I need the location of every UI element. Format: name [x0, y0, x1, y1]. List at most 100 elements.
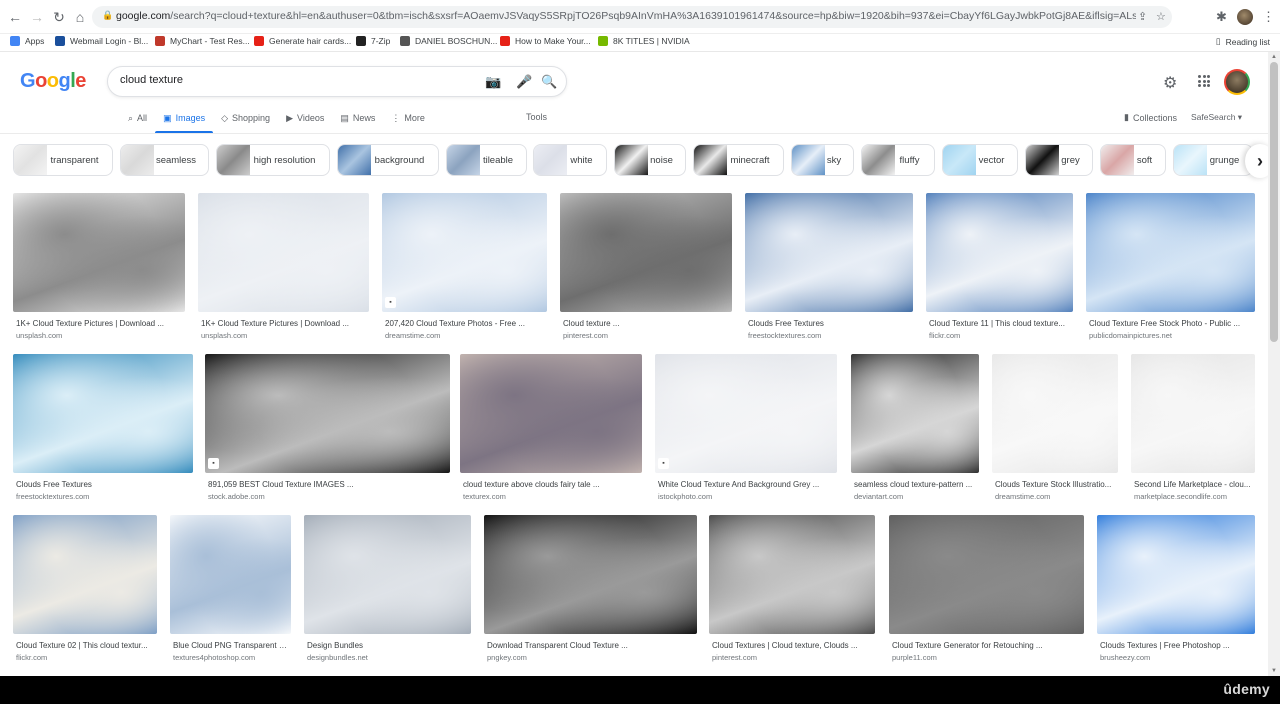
tab-more[interactable]: ⋮ More [383, 110, 433, 134]
bookmark-item[interactable]: DANIEL BOSCHUN... [400, 36, 497, 46]
result-source[interactable]: marketplace.secondlife.com [1134, 492, 1227, 501]
image-result[interactable]: 1K+ Cloud Texture Pictures | Download ..… [198, 193, 369, 344]
url-text[interactable]: google.com/search?q=cloud+texture&hl=en&… [116, 10, 1136, 22]
collections-button[interactable]: ▮ Collections [1124, 112, 1177, 123]
image-result[interactable]: Clouds Free Textures freestocktextures.co… [745, 193, 913, 344]
image-result[interactable]: Cloud Texture Free Stock Photo - Public … [1086, 193, 1255, 344]
image-result[interactable]: 1K+ Cloud Texture Pictures | Download ..… [13, 193, 185, 344]
tab-videos[interactable]: ▶ Videos [278, 110, 332, 134]
result-title[interactable]: Clouds Free Textures [16, 480, 190, 489]
image-result[interactable]: Blue Cloud PNG Transparent (... textures4… [170, 515, 291, 666]
bookmark-item[interactable]: Generate hair cards... [254, 36, 351, 46]
result-source[interactable]: texturex.com [463, 492, 506, 501]
result-source[interactable]: flickr.com [16, 653, 47, 662]
image-result[interactable]: Design Bundles designbundles.net [304, 515, 471, 666]
result-title[interactable]: Clouds Free Textures [748, 319, 910, 328]
result-title[interactable]: seamless cloud texture-pattern ... [854, 480, 976, 489]
image-result[interactable]: cloud texture above clouds fairy tale ..… [460, 354, 642, 505]
search-icon[interactable]: 🔍 [541, 74, 557, 90]
result-title[interactable]: Design Bundles [307, 641, 468, 650]
google-apps-icon[interactable] [1198, 75, 1210, 87]
image-result[interactable]: ▪ 207,420 Cloud Texture Photos - Free ...… [382, 193, 547, 344]
result-title[interactable]: Download Transparent Cloud Texture ... [487, 641, 694, 650]
back-icon[interactable]: ← [7, 9, 23, 25]
result-source[interactable]: stock.adobe.com [208, 492, 265, 501]
result-title[interactable]: Cloud Texture 11 | This cloud texture... [929, 319, 1070, 328]
tab-images[interactable]: ▣ Images [155, 110, 214, 134]
result-thumbnail[interactable] [13, 193, 185, 312]
chip-tileable[interactable]: tileable [446, 144, 527, 176]
result-title[interactable]: Second Life Marketplace - clou... [1134, 480, 1252, 489]
safesearch-dropdown[interactable]: SafeSearch ▾ [1191, 112, 1242, 123]
result-thumbnail[interactable] [992, 354, 1118, 473]
bookmark-item[interactable]: 7-Zip [356, 36, 390, 46]
image-result[interactable]: Second Life Marketplace - clou... marketp… [1131, 354, 1255, 505]
result-thumbnail[interactable] [460, 354, 642, 473]
result-source[interactable]: deviantart.com [854, 492, 903, 501]
image-result[interactable]: ▪ White Cloud Texture And Background Grey… [655, 354, 837, 505]
result-thumbnail[interactable] [1131, 354, 1255, 473]
result-title[interactable]: Clouds Texture Stock Illustratio... [995, 480, 1115, 489]
result-title[interactable]: 891,059 BEST Cloud Texture IMAGES ... [208, 480, 447, 489]
result-source[interactable]: designbundles.net [307, 653, 368, 662]
result-source[interactable]: pinterest.com [712, 653, 757, 662]
search-input[interactable] [120, 74, 460, 86]
scrollbar[interactable]: ▲ ▼ [1268, 52, 1280, 676]
result-source[interactable]: textures4photoshop.com [173, 653, 255, 662]
chip-vector[interactable]: vector [942, 144, 1018, 176]
chip-noise[interactable]: noise [614, 144, 686, 176]
image-result[interactable]: Clouds Free Textures freestocktextures.co… [13, 354, 193, 505]
image-result[interactable]: Clouds Texture Stock Illustratio... dream… [992, 354, 1118, 505]
bookmark-item[interactable]: How to Make Your... [500, 36, 591, 46]
forward-icon[interactable]: → [29, 9, 45, 25]
result-thumbnail[interactable] [709, 515, 875, 634]
result-title[interactable]: White Cloud Texture And Background Grey … [658, 480, 834, 489]
result-title[interactable]: Cloud Texture Generator for Retouching .… [892, 641, 1081, 650]
result-thumbnail[interactable] [926, 193, 1073, 312]
account-avatar[interactable] [1224, 69, 1250, 95]
image-result[interactable]: Cloud texture ... pinterest.com [560, 193, 732, 344]
result-title[interactable]: Blue Cloud PNG Transparent (... [173, 641, 288, 650]
settings-gear-icon[interactable]: ⚙ [1163, 73, 1177, 93]
result-thumbnail[interactable] [198, 193, 369, 312]
result-source[interactable]: pinterest.com [563, 331, 608, 340]
result-thumbnail[interactable] [851, 354, 979, 473]
result-thumbnail[interactable] [13, 354, 193, 473]
result-title[interactable]: 207,420 Cloud Texture Photos - Free ... [385, 319, 544, 328]
chip-background[interactable]: background [337, 144, 439, 176]
result-title[interactable]: Clouds Textures | Free Photoshop ... [1100, 641, 1252, 650]
tab-news[interactable]: ▤ News [332, 110, 383, 134]
bookmark-star-icon[interactable]: ☆ [1156, 10, 1166, 23]
scroll-down-arrow-icon[interactable]: ▼ [1271, 668, 1277, 674]
google-logo[interactable]: Google [20, 70, 86, 93]
image-result[interactable]: ▪ 891,059 BEST Cloud Texture IMAGES ... st… [205, 354, 450, 505]
result-thumbnail[interactable]: ▪ [382, 193, 547, 312]
result-title[interactable]: cloud texture above clouds fairy tale ..… [463, 480, 639, 489]
tools-button[interactable]: Tools [526, 112, 547, 122]
omnibox[interactable]: 🔒 google.com/search?q=cloud+texture&hl=e… [92, 6, 1172, 28]
chip-sky[interactable]: sky [791, 144, 854, 176]
image-result[interactable]: Cloud Texture Generator for Retouching .… [889, 515, 1084, 666]
result-thumbnail[interactable] [1097, 515, 1255, 634]
result-thumbnail[interactable] [13, 515, 157, 634]
chip-minecraft[interactable]: minecraft [693, 144, 784, 176]
result-source[interactable]: publicdomainpictures.net [1089, 331, 1172, 340]
result-title[interactable]: Cloud texture ... [563, 319, 729, 328]
result-source[interactable]: unsplash.com [201, 331, 247, 340]
result-source[interactable]: dreamstime.com [995, 492, 1050, 501]
result-title[interactable]: 1K+ Cloud Texture Pictures | Download ..… [201, 319, 366, 328]
tab-all[interactable]: ⌕ All [120, 110, 155, 134]
chip-high-resolution[interactable]: high resolution [216, 144, 330, 176]
result-thumbnail[interactable] [889, 515, 1084, 634]
result-source[interactable]: dreamstime.com [385, 331, 440, 340]
chip-transparent[interactable]: transparent [13, 144, 113, 176]
scroll-up-arrow-icon[interactable]: ▲ [1271, 54, 1277, 60]
menu-kebab-icon[interactable]: ⋮ [1262, 9, 1275, 25]
bookmark-item[interactable]: MyChart - Test Res... [155, 36, 250, 46]
extensions-icon[interactable]: ✱ [1216, 9, 1227, 25]
result-thumbnail[interactable] [745, 193, 913, 312]
result-title[interactable]: Cloud Texture Free Stock Photo - Public … [1089, 319, 1252, 328]
result-source[interactable]: freestocktextures.com [748, 331, 821, 340]
chip-soft[interactable]: soft [1100, 144, 1166, 176]
home-icon[interactable]: ⌂ [72, 9, 88, 25]
